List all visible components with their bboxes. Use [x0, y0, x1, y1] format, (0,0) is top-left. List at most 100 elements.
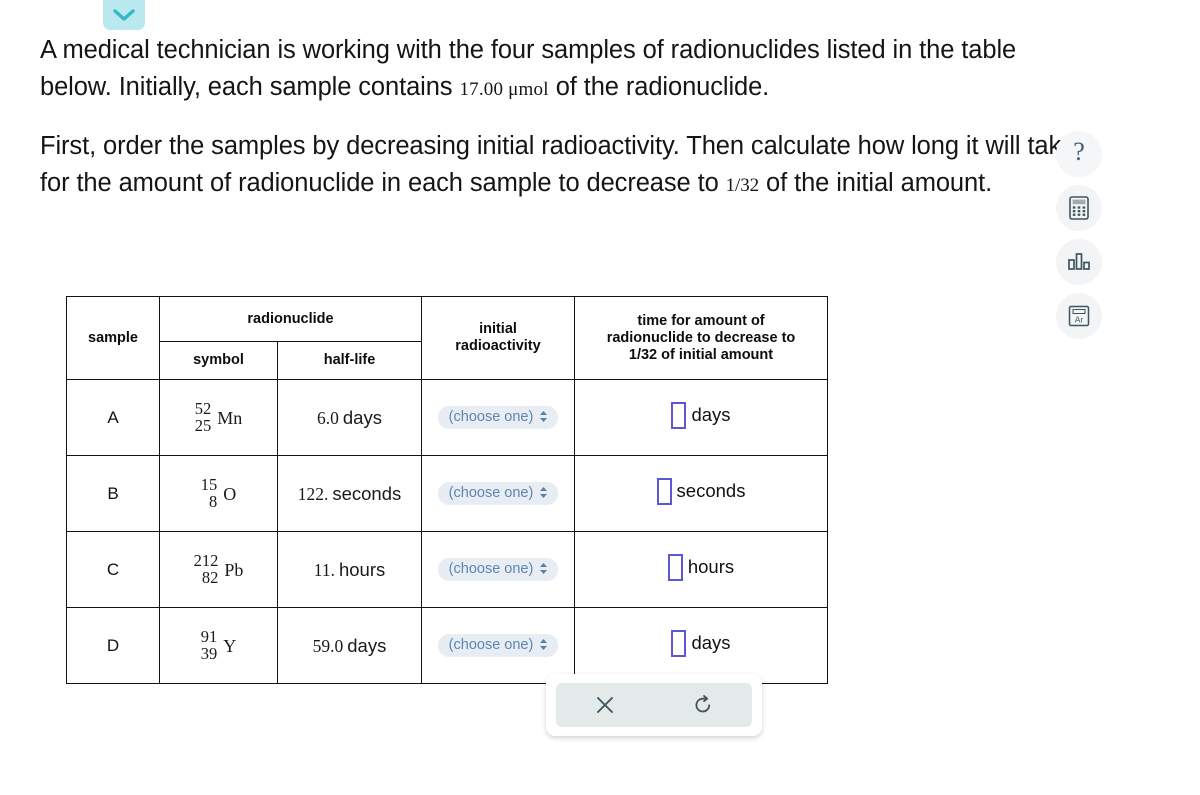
- toolbar-button-group: [556, 683, 752, 727]
- chevron-updown-icon: [539, 410, 548, 425]
- half-life-value: 6.0 days: [317, 407, 382, 428]
- dropdown-label: (choose one): [448, 637, 534, 653]
- half-life-number: 11.: [313, 559, 335, 580]
- prompt-p1-part-b: of the radionuclide.: [548, 73, 770, 101]
- half-life-unit: hours: [338, 558, 386, 580]
- cell-half-life: 122. seconds: [277, 455, 422, 532]
- half-life-unit: days: [347, 634, 387, 656]
- dropdown-label: (choose one): [448, 485, 534, 501]
- header-initial-radioactivity-line1: initial: [479, 321, 517, 337]
- cell-sample: C: [66, 531, 160, 608]
- answer-unit: days: [691, 404, 731, 425]
- header-sample: sample: [66, 296, 160, 380]
- half-life-unit: days: [342, 406, 382, 428]
- header-radionuclide: radionuclide: [159, 296, 422, 342]
- radioactivity-dropdown[interactable]: (choose one): [437, 406, 559, 429]
- cell-sample: A: [66, 379, 160, 456]
- cell-time-answer: days: [574, 379, 828, 456]
- prompt-paragraph-1: A medical technician is working with the…: [40, 32, 1090, 108]
- cell-time-answer: days: [574, 607, 828, 684]
- answer-group: seconds: [656, 477, 746, 505]
- question-prompt: A medical technician is working with the…: [40, 32, 1090, 204]
- half-life-value: 122. seconds: [298, 483, 402, 504]
- calculator-button[interactable]: [1056, 185, 1102, 231]
- initial-amount-value: 17.00 μmol: [459, 79, 549, 100]
- answer-unit: seconds: [676, 480, 746, 501]
- header-time-line3: 1/32 of initial amount: [628, 346, 774, 363]
- answer-input[interactable]: [656, 477, 672, 505]
- cell-symbol: 52 25 Mn: [159, 379, 278, 456]
- half-life-number: 59.0: [312, 635, 344, 656]
- cell-initial-radioactivity: (choose one): [421, 531, 575, 608]
- calculator-icon: [1069, 196, 1089, 220]
- cell-initial-radioactivity: (choose one): [421, 455, 575, 532]
- answer-group: days: [671, 401, 731, 429]
- chart-button[interactable]: [1056, 239, 1102, 285]
- header-time-line2: radionuclide to decrease to: [606, 329, 796, 346]
- half-life-value: 59.0 days: [313, 635, 387, 656]
- answer-input[interactable]: [667, 553, 683, 581]
- clear-button[interactable]: [577, 685, 633, 725]
- table-row: D 91 39 Y 59.0 days (choose one) days: [66, 607, 828, 684]
- radioactivity-dropdown[interactable]: (choose one): [437, 482, 559, 505]
- sample-label: C: [106, 559, 120, 579]
- atomic-number: 82: [201, 567, 219, 587]
- periodic-table-icon: Ar: [1068, 305, 1090, 327]
- cell-symbol: 212 82 Pb: [159, 531, 278, 608]
- atomic-number: 8: [209, 491, 218, 511]
- radioactivity-dropdown[interactable]: (choose one): [437, 634, 559, 657]
- help-button[interactable]: ?: [1056, 131, 1102, 177]
- periodic-table-button[interactable]: Ar: [1056, 293, 1102, 339]
- sample-label: D: [106, 635, 120, 655]
- chevron-updown-icon: [539, 486, 548, 501]
- isotope-notation: 91 39 Y: [200, 628, 237, 663]
- cell-sample: D: [66, 607, 160, 684]
- answer-input[interactable]: [671, 401, 687, 429]
- cell-initial-radioactivity: (choose one): [421, 607, 575, 684]
- answer-toolbar: [546, 674, 762, 736]
- chevron-updown-icon: [539, 638, 548, 653]
- chevron-updown-icon: [539, 562, 548, 577]
- element-symbol: O: [223, 483, 237, 504]
- isotope-notation: 212 82 Pb: [194, 552, 244, 587]
- radionuclide-table: sample radionuclide initial radioactivit…: [66, 296, 828, 684]
- table-row: B 15 8 O 122. seconds (choose one) seconds: [66, 455, 828, 532]
- cell-half-life: 59.0 days: [277, 607, 422, 684]
- table-row: C 212 82 Pb 11. hours (choose one) hours: [66, 531, 828, 608]
- cell-half-life: 6.0 days: [277, 379, 422, 456]
- header-symbol: symbol: [159, 341, 278, 380]
- table-header-row-1: sample radionuclide initial radioactivit…: [66, 296, 828, 380]
- fraction-value: 1/32: [725, 175, 760, 196]
- atomic-number: 39: [200, 643, 218, 663]
- radioactivity-dropdown[interactable]: (choose one): [437, 558, 559, 581]
- reset-button[interactable]: [675, 685, 731, 725]
- answer-input[interactable]: [671, 629, 687, 657]
- cell-initial-radioactivity: (choose one): [421, 379, 575, 456]
- chevron-down-icon: [113, 9, 135, 21]
- header-initial-radioactivity-line2: radioactivity: [455, 338, 541, 354]
- half-life-number: 122.: [297, 483, 329, 504]
- cell-time-answer: seconds: [574, 455, 828, 532]
- collapse-panel-button[interactable]: [103, 0, 145, 30]
- sample-label: A: [107, 407, 119, 427]
- element-symbol: Pb: [224, 559, 244, 580]
- half-life-value: 11. hours: [314, 559, 386, 580]
- bar-chart-icon: [1068, 253, 1090, 270]
- cell-symbol: 91 39 Y: [159, 607, 278, 684]
- prompt-p2-part-b: of the initial amount.: [759, 169, 993, 197]
- help-icon: ?: [1073, 137, 1085, 166]
- reset-icon: [695, 695, 711, 713]
- answer-group: days: [671, 629, 731, 657]
- half-life-unit: seconds: [332, 482, 402, 504]
- tool-rail: ? Ar: [1056, 131, 1102, 339]
- dropdown-label: (choose one): [448, 561, 534, 577]
- cell-sample: B: [66, 455, 160, 532]
- cell-half-life: 11. hours: [277, 531, 422, 608]
- answer-unit: hours: [687, 556, 735, 577]
- sample-label: B: [107, 483, 119, 503]
- svg-text:Ar: Ar: [1075, 315, 1084, 325]
- atomic-number: 25: [194, 415, 212, 435]
- dropdown-label: (choose one): [448, 409, 534, 425]
- isotope-notation: 52 25 Mn: [194, 400, 243, 435]
- cell-symbol: 15 8 O: [159, 455, 278, 532]
